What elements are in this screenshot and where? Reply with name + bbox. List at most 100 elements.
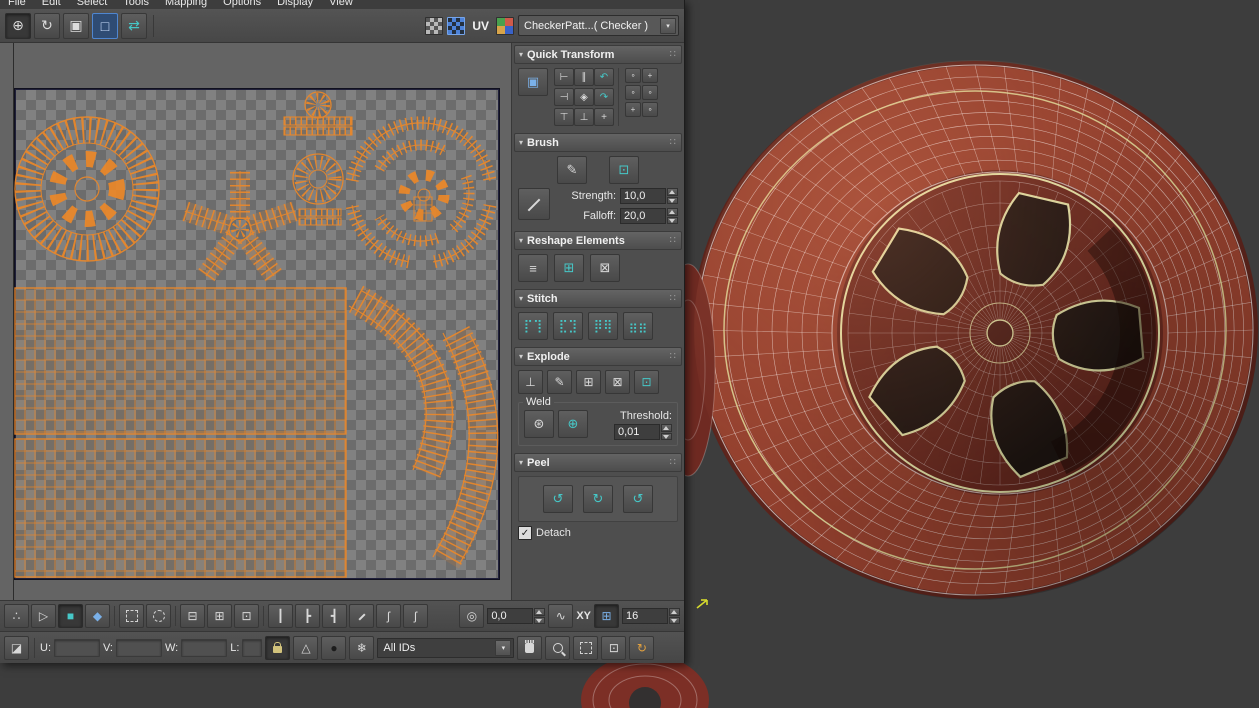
spin-up-icon[interactable] [667, 208, 678, 216]
show-map-on-icon[interactable] [447, 16, 466, 35]
weld-selected-button[interactable]: ⊕ [558, 410, 588, 438]
threshold-spinner[interactable]: 0,01 [592, 424, 672, 440]
quick-peel-button[interactable]: ↺ [543, 485, 573, 513]
texture-dropdown[interactable]: CheckerPatt...( Checker ) ▾ [518, 15, 679, 36]
spin-down-icon[interactable] [667, 216, 678, 224]
pan-button[interactable] [517, 635, 543, 660]
element-mode-button[interactable]: ◆ [85, 604, 110, 628]
peel-mode-button[interactable]: ↻ [583, 485, 613, 513]
spin-up-icon[interactable] [661, 424, 672, 432]
paint-select-button[interactable] [349, 604, 374, 628]
preview-face-button[interactable]: ▷ [31, 604, 56, 628]
menu-item-tools[interactable]: Tools [123, 0, 149, 8]
relax-until-flat-button[interactable]: ⊞ [554, 254, 584, 282]
spin-down-icon[interactable] [667, 196, 678, 204]
shrink-selection-button[interactable]: ⊟ [180, 604, 205, 628]
spin-down-icon[interactable] [661, 432, 672, 440]
chevron-down-icon[interactable]: ▾ [495, 639, 512, 656]
rollout-brush[interactable]: ▾ Brush ∷ [514, 133, 682, 152]
strength-spinner[interactable]: 10,0 [620, 188, 678, 204]
rect-select-button[interactable] [119, 604, 144, 628]
menu-item-edit[interactable]: Edit [42, 0, 61, 8]
loop-selection-button[interactable]: ⊡ [234, 604, 259, 628]
coordinate-spinner[interactable]: 0,0 [487, 608, 546, 624]
coordinate-value[interactable]: 0,0 [487, 608, 534, 624]
rotate-tool-button[interactable]: ↻ [34, 12, 60, 39]
spacing-button[interactable]: + [625, 102, 641, 117]
align-vertical-button[interactable]: ┃ [268, 604, 293, 628]
align-left-button[interactable]: ⊢ [554, 68, 574, 86]
straighten-selection-button[interactable]: ≡ [518, 254, 548, 282]
zoom-region-button[interactable] [573, 635, 599, 660]
align-top-button[interactable]: ⊤ [554, 108, 574, 126]
rotate-cw-button[interactable]: ↷ [594, 88, 614, 106]
soft-selection-curve-button[interactable]: ∿ [548, 604, 574, 628]
v-input[interactable] [116, 638, 162, 657]
grow-selection-button[interactable]: ⊞ [207, 604, 232, 628]
falloff-spinner[interactable]: 20,0 [620, 208, 678, 224]
detach-checkbox[interactable]: ✓ [518, 526, 532, 540]
align-center-button[interactable]: ◈ [574, 88, 594, 106]
spin-down-icon[interactable] [669, 616, 680, 624]
spacing2-button[interactable]: ∘ [642, 102, 658, 117]
align-right-edge-button[interactable]: ┫ [322, 604, 347, 628]
transform-type-in-button[interactable]: ◪ [4, 635, 29, 660]
rollout-peel[interactable]: ▾ Peel ∷ [514, 453, 682, 472]
paint-move-brush-button[interactable]: ✎ [557, 156, 587, 184]
spin-up-icon[interactable] [667, 188, 678, 196]
zoom-extents-selected-button[interactable]: ↻ [629, 635, 655, 660]
flatten-by-polygon-button[interactable]: ⊡ [634, 370, 659, 394]
stitch-to-target-button[interactable]: ⣶⣶ [623, 312, 653, 340]
grip-icon[interactable]: ∷ [670, 293, 677, 304]
circle-select-button[interactable] [146, 604, 171, 628]
flatten-by-smoothing-button[interactable]: ⊞ [576, 370, 601, 394]
distribute-h-button[interactable]: ∘ [625, 68, 641, 83]
flatten-by-material-button[interactable]: ⊠ [605, 370, 630, 394]
pen-tool-alt-button[interactable]: ʃ [403, 604, 428, 628]
menu-item-options[interactable]: Options [223, 0, 261, 8]
show-map-off-icon[interactable] [425, 16, 444, 35]
mirror-tool-button[interactable]: ⇄ [121, 12, 147, 39]
distribute-v2-button[interactable]: ∘ [642, 85, 658, 100]
relax-brush-button[interactable]: ⊡ [609, 156, 639, 184]
scale-tool-button[interactable]: ▣ [63, 12, 89, 39]
grip-icon[interactable]: ∷ [670, 235, 677, 246]
lock-selection-button[interactable] [265, 635, 291, 660]
grip-icon[interactable]: ∷ [670, 351, 677, 362]
stitch-custom-button[interactable]: ⡏⢹ [518, 312, 548, 340]
distribute-h2-button[interactable]: + [642, 68, 658, 83]
xy-axis-label[interactable]: XY [576, 610, 591, 622]
align-bottom-button[interactable]: ⊥ [574, 108, 594, 126]
relax-button[interactable]: ⊠ [590, 254, 620, 282]
weld-custom-button[interactable]: ⊛ [524, 410, 554, 438]
menu-item-file[interactable]: File [8, 0, 26, 8]
filter-selected-faces-button[interactable]: △ [293, 635, 319, 660]
break-button[interactable]: ⊥ [518, 370, 543, 394]
lock-aspect-checkbox[interactable] [242, 638, 263, 657]
menu-item-view[interactable]: View [329, 0, 353, 8]
u-input[interactable] [54, 638, 100, 657]
zoom-button[interactable] [545, 635, 571, 660]
stitch-to-source-button[interactable]: ⡿⢿ [588, 312, 618, 340]
freeform-mode-button[interactable]: □ [92, 12, 118, 39]
snap-settings-button[interactable]: ∴ [4, 604, 29, 628]
grip-icon[interactable]: ∷ [670, 457, 677, 468]
rotate-ccw-button[interactable]: ↶ [594, 68, 614, 86]
align-left-edge-button[interactable]: ┣ [295, 604, 320, 628]
grip-icon[interactable]: ∷ [670, 137, 677, 148]
rollout-quick-transform[interactable]: ▾ Quick Transform ∷ [514, 45, 682, 64]
falloff-value[interactable]: 20,0 [620, 208, 666, 224]
menu-item-mapping[interactable]: Mapping [165, 0, 207, 8]
strength-value[interactable]: 10,0 [620, 188, 666, 204]
grid-size-sp inner[interactable]: 16 [622, 608, 680, 624]
spin-up-icon[interactable] [669, 608, 680, 616]
grid-size-value[interactable]: 16 [622, 608, 668, 624]
align-to-edge-button[interactable]: ▣ [518, 68, 548, 96]
split-edge-button[interactable]: ✎ [547, 370, 572, 394]
grip-icon[interactable]: ∷ [670, 49, 677, 60]
brush-falloff-button[interactable] [518, 188, 550, 220]
align-right-button[interactable]: ⊣ [554, 88, 574, 106]
pivot-center-button[interactable]: ◎ [459, 604, 485, 628]
space-horizontal-button[interactable]: ∥ [574, 68, 594, 86]
menu-item-display[interactable]: Display [277, 0, 313, 8]
